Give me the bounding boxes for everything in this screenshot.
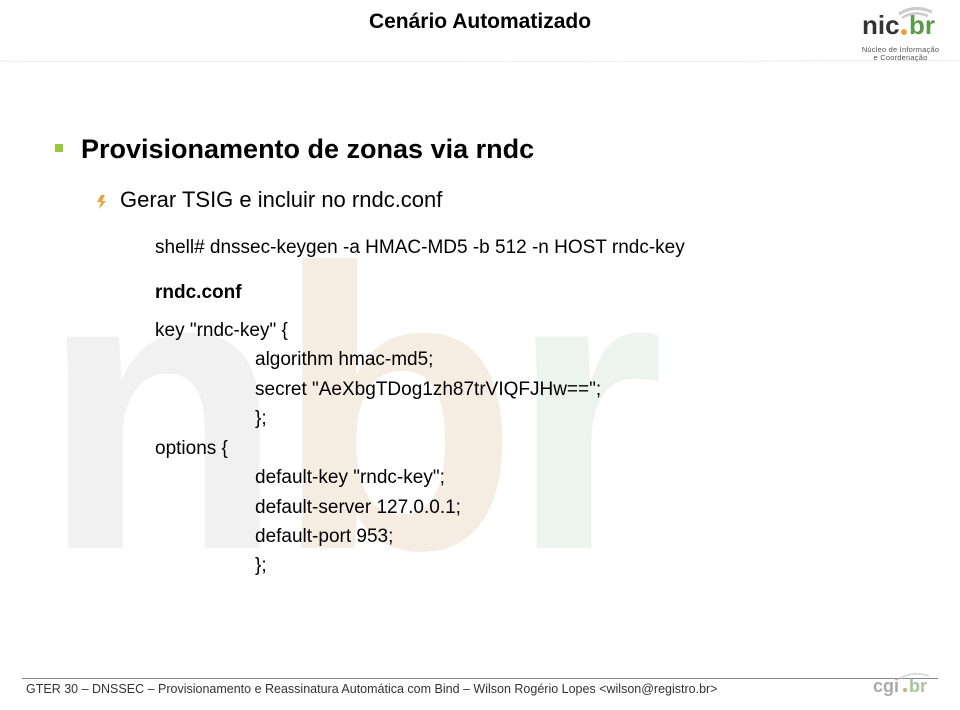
code-block: shell# dnssec-keygen -a HMAC-MD5 -b 512 …	[155, 233, 905, 581]
sub-heading: Gerar TSIG e incluir no rndc.conf	[120, 187, 442, 213]
default-key-line: default-key "rndc-key";	[155, 463, 905, 492]
logo-subtitle: Núcleo de Informação e Coordenação	[862, 46, 939, 63]
svg-text:br: br	[909, 676, 927, 696]
nicbr-logo-icon: nic br	[862, 6, 940, 44]
algorithm-line: algorithm hmac-md5;	[155, 345, 905, 374]
options-close-brace: };	[155, 551, 905, 580]
sub-bullet-row: Gerar TSIG e incluir no rndc.conf	[97, 187, 905, 213]
cgibr-logo-icon: cgi br	[873, 672, 938, 698]
conf-filename: rndc.conf	[155, 278, 905, 307]
main-heading: Provisionamento de zonas via rndc	[81, 134, 534, 165]
slide-header: Cenário Automatizado	[0, 0, 960, 34]
slide-content: Provisionamento de zonas via rndc Gerar …	[0, 34, 960, 581]
footer-text: GTER 30 – DNSSEC – Provisionamento e Rea…	[22, 682, 938, 696]
svg-text:cgi: cgi	[873, 676, 899, 696]
default-server-line: default-server 127.0.0.1;	[155, 493, 905, 522]
slide-title: Cenário Automatizado	[369, 10, 591, 33]
key-open: key "rndc-key" {	[155, 316, 905, 345]
square-bullet-icon	[55, 144, 63, 152]
default-port-line: default-port 953;	[155, 522, 905, 551]
footer-divider	[22, 678, 938, 679]
logo-nicbr: nic br Núcleo de Informação e Coordenaçã…	[853, 6, 948, 63]
secret-line: secret "AeXbgTDog1zh87trVIQFJHw==";	[155, 375, 905, 404]
lightning-bullet-icon	[97, 195, 105, 203]
main-bullet-row: Provisionamento de zonas via rndc	[55, 134, 905, 165]
svg-text:nic: nic	[862, 10, 900, 40]
shell-command: shell# dnssec-keygen -a HMAC-MD5 -b 512 …	[155, 233, 905, 262]
slide-footer: GTER 30 – DNSSEC – Provisionamento e Rea…	[22, 678, 938, 696]
options-open: options {	[155, 434, 905, 463]
key-close-brace: };	[155, 404, 905, 433]
